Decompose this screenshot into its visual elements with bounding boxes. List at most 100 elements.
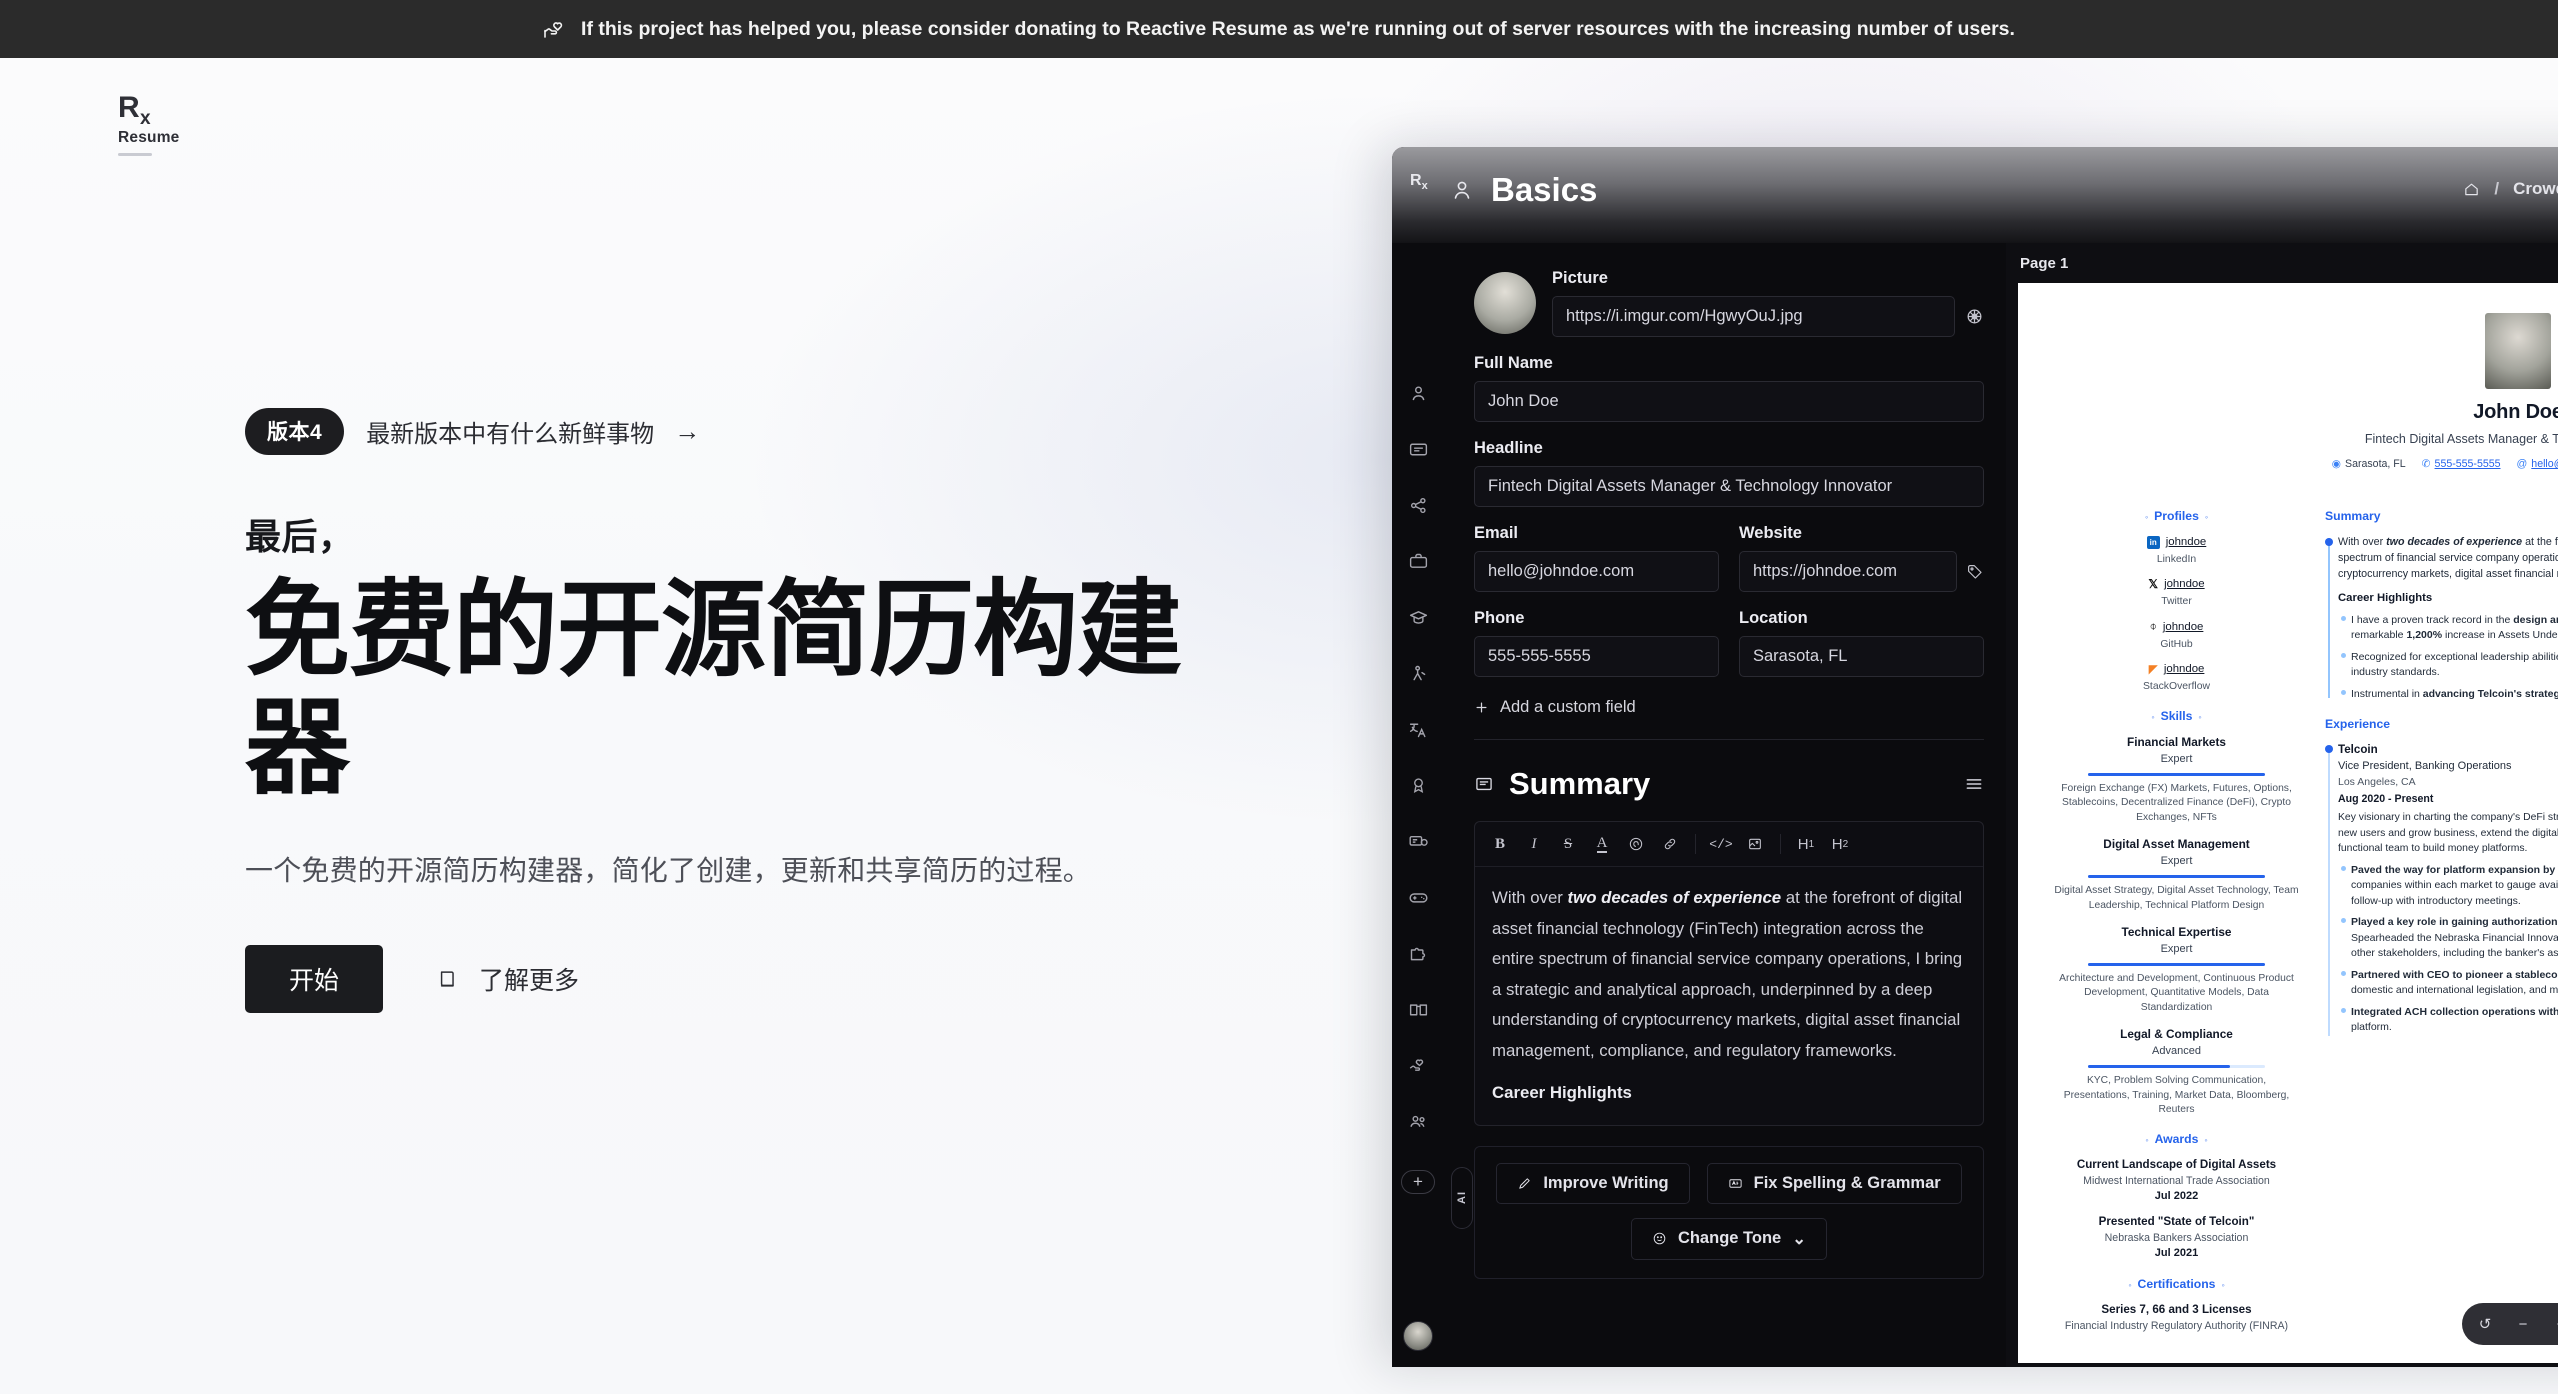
- hero-subtitle: 一个免费的开源简历构建器，简化了创建，更新和共享简历的过程。: [245, 855, 1092, 887]
- skill-item: Technical Expertise Expert Architecture …: [2054, 924, 2299, 1015]
- profile-item: 𝕏johndoe Twitter: [2054, 576, 2299, 609]
- contact-phone[interactable]: ✆ 555-555-5555: [2422, 457, 2501, 472]
- profile-network: GitHub: [2160, 638, 2193, 650]
- skill-name: Digital Asset Management: [2103, 837, 2250, 852]
- resume-name: John Doe: [2473, 401, 2558, 423]
- logo-underline: [118, 152, 152, 156]
- sidebar-item-awards[interactable]: [1403, 770, 1433, 800]
- toolbar-divider-2: [1780, 834, 1781, 854]
- website-input[interactable]: https://johndoe.com: [1739, 551, 1957, 592]
- award-date: Jul 2021: [2154, 1247, 2199, 1260]
- skill-level: Expert: [2160, 855, 2193, 868]
- award-date: Jul 2022: [2154, 1190, 2199, 1203]
- heading-1-button[interactable]: H1: [1789, 830, 1823, 858]
- zoom-out-button[interactable]: −: [2504, 1309, 2542, 1339]
- change-tone-button[interactable]: Change Tone ⌄: [1630, 1217, 1828, 1260]
- email-input[interactable]: hello@johndoe.com: [1474, 551, 1719, 592]
- version-announcement[interactable]: 版本4 最新版本中有什么新鲜事物 →: [245, 408, 1395, 455]
- add-section-button[interactable]: +: [1401, 1170, 1435, 1194]
- donation-banner: If this project has helped you, please c…: [0, 0, 2558, 58]
- code-button[interactable]: </>: [1704, 830, 1738, 858]
- location-input[interactable]: Sarasota, FL: [1739, 636, 1984, 677]
- pen-icon: [1517, 1176, 1532, 1191]
- profile-handle[interactable]: johndoe: [2163, 619, 2204, 636]
- contact-email[interactable]: @hello@johndoe.com: [2517, 457, 2558, 472]
- summary-section-header: Summary: [1474, 766, 1984, 802]
- website-label: Website: [1739, 524, 1802, 542]
- certification-item: Series 7, 66 and 3 Licenses Financial In…: [2054, 1302, 2299, 1334]
- highlight-item: Instrumental in advancing Telcoin's stra…: [2338, 687, 2558, 703]
- skill-bar: [2088, 1065, 2265, 1069]
- sidebar-item-projects[interactable]: [1403, 938, 1433, 968]
- profile-picture-preview[interactable]: [1474, 272, 1536, 334]
- sidebar-item-languages[interactable]: [1403, 714, 1433, 744]
- sidebar-item-certifications[interactable]: [1403, 826, 1433, 856]
- sidebar-item-experience[interactable]: [1403, 546, 1433, 576]
- picture-url-input[interactable]: https://i.imgur.com/HgwyOuJ.jpg: [1552, 296, 1955, 337]
- section-rail: +: [1392, 243, 1444, 1367]
- resume-title: Fintech Digital Assets Manager & Technol…: [2364, 432, 2558, 446]
- app-logo[interactable]: Rx: [1410, 173, 1428, 192]
- skill-keywords: Digital Asset Strategy, Digital Asset Te…: [2054, 885, 2299, 911]
- strikethrough-button[interactable]: S: [1551, 830, 1585, 858]
- logo-mark: R: [118, 91, 140, 124]
- bold-button[interactable]: B: [1483, 830, 1517, 858]
- fullname-input[interactable]: John Doe: [1474, 381, 1984, 422]
- profile-handle[interactable]: johndoe: [2164, 576, 2205, 593]
- sidebar-item-publications[interactable]: [1403, 994, 1433, 1024]
- fix-spelling-button[interactable]: Fix Spelling & Grammar: [1706, 1162, 1962, 1204]
- sidebar-item-education[interactable]: [1403, 602, 1433, 632]
- hand-heart-icon: [543, 17, 567, 41]
- phone-input[interactable]: 555-555-5555: [1474, 636, 1719, 677]
- sidebar-item-profiles[interactable]: [1403, 490, 1433, 520]
- summary-body[interactable]: With over two decades of experience at t…: [1475, 867, 1983, 1125]
- skill-bar: [2088, 772, 2265, 776]
- whats-new-link[interactable]: 最新版本中有什么新鲜事物 →: [366, 414, 700, 449]
- highlight-button[interactable]: [1619, 830, 1653, 858]
- awards-heading: ◦ Awards ◦: [2145, 1132, 2208, 1147]
- get-started-button[interactable]: 开始: [245, 945, 384, 1014]
- improve-writing-button[interactable]: Improve Writing: [1496, 1162, 1690, 1204]
- text-color-button[interactable]: A: [1585, 830, 1619, 858]
- headline-input[interactable]: Fintech Digital Assets Manager & Technol…: [1474, 466, 1984, 507]
- page-title-text: Basics: [1491, 171, 1598, 208]
- heading-2-button[interactable]: H2: [1823, 830, 1857, 858]
- certifications-heading: ◦ Certifications ◦: [2128, 1277, 2225, 1292]
- site-logo[interactable]: Rx Resume: [118, 93, 180, 156]
- award-org: Midwest International Trade Association: [2083, 1174, 2270, 1187]
- sidebar-item-volunteering[interactable]: [1403, 1050, 1433, 1080]
- logo-word: Resume: [118, 129, 180, 146]
- sidebar-item-skills[interactable]: [1403, 658, 1433, 688]
- experience-role: Vice President, Banking Operations: [2338, 759, 2512, 772]
- avatar[interactable]: [1403, 1321, 1433, 1351]
- gear-icon[interactable]: [1965, 307, 1984, 326]
- italic-button[interactable]: I: [1517, 830, 1551, 858]
- list-icon[interactable]: [1964, 774, 1984, 794]
- profile-handle[interactable]: johndoe: [2164, 661, 2205, 678]
- basics-editor-panel: Picture https://i.imgur.com/HgwyOuJ.jpg …: [1444, 243, 2006, 1367]
- fullname-label: Full Name: [1474, 354, 1553, 372]
- sidebar-item-basics[interactable]: [1403, 378, 1433, 408]
- picture-field-row: Picture https://i.imgur.com/HgwyOuJ.jpg: [1474, 269, 1984, 337]
- profile-handle[interactable]: johndoe: [2166, 534, 2207, 551]
- add-custom-field-button[interactable]: Add a custom field: [1474, 698, 1984, 717]
- zoom-reset-button[interactable]: ↺: [2466, 1309, 2504, 1339]
- change-tone-label: Change Tone: [1677, 1229, 1782, 1248]
- home-icon[interactable]: [2463, 181, 2480, 198]
- sidebar-item-references[interactable]: [1403, 1106, 1433, 1136]
- sidebar-item-summary[interactable]: [1403, 434, 1433, 464]
- profile-item: ◤ johndoe StackOverflow: [2054, 661, 2299, 694]
- learn-more-button[interactable]: 了解更多: [419, 947, 597, 1011]
- breadcrumb-current[interactable]: Crowded Accused Slo: [2513, 179, 2558, 199]
- link-icon[interactable]: [1653, 830, 1687, 858]
- sidebar-item-interests[interactable]: [1403, 882, 1433, 912]
- phone-label: Phone: [1474, 609, 1525, 627]
- tag-icon[interactable]: [1966, 563, 1984, 581]
- highlight-item: I have a proven track record in the desi…: [2338, 613, 2558, 644]
- ai-tab-label[interactable]: AI: [1451, 1166, 1473, 1229]
- phone-location-row: Phone 555-555-5555 Location Sarasota, FL: [1474, 609, 1984, 677]
- skill-item: Financial Markets Expert Foreign Exchang…: [2054, 734, 2299, 825]
- skill-keywords: Architecture and Development, Continuous…: [2059, 973, 2294, 1013]
- zoom-in-button[interactable]: +: [2542, 1309, 2558, 1339]
- image-icon[interactable]: [1738, 830, 1772, 858]
